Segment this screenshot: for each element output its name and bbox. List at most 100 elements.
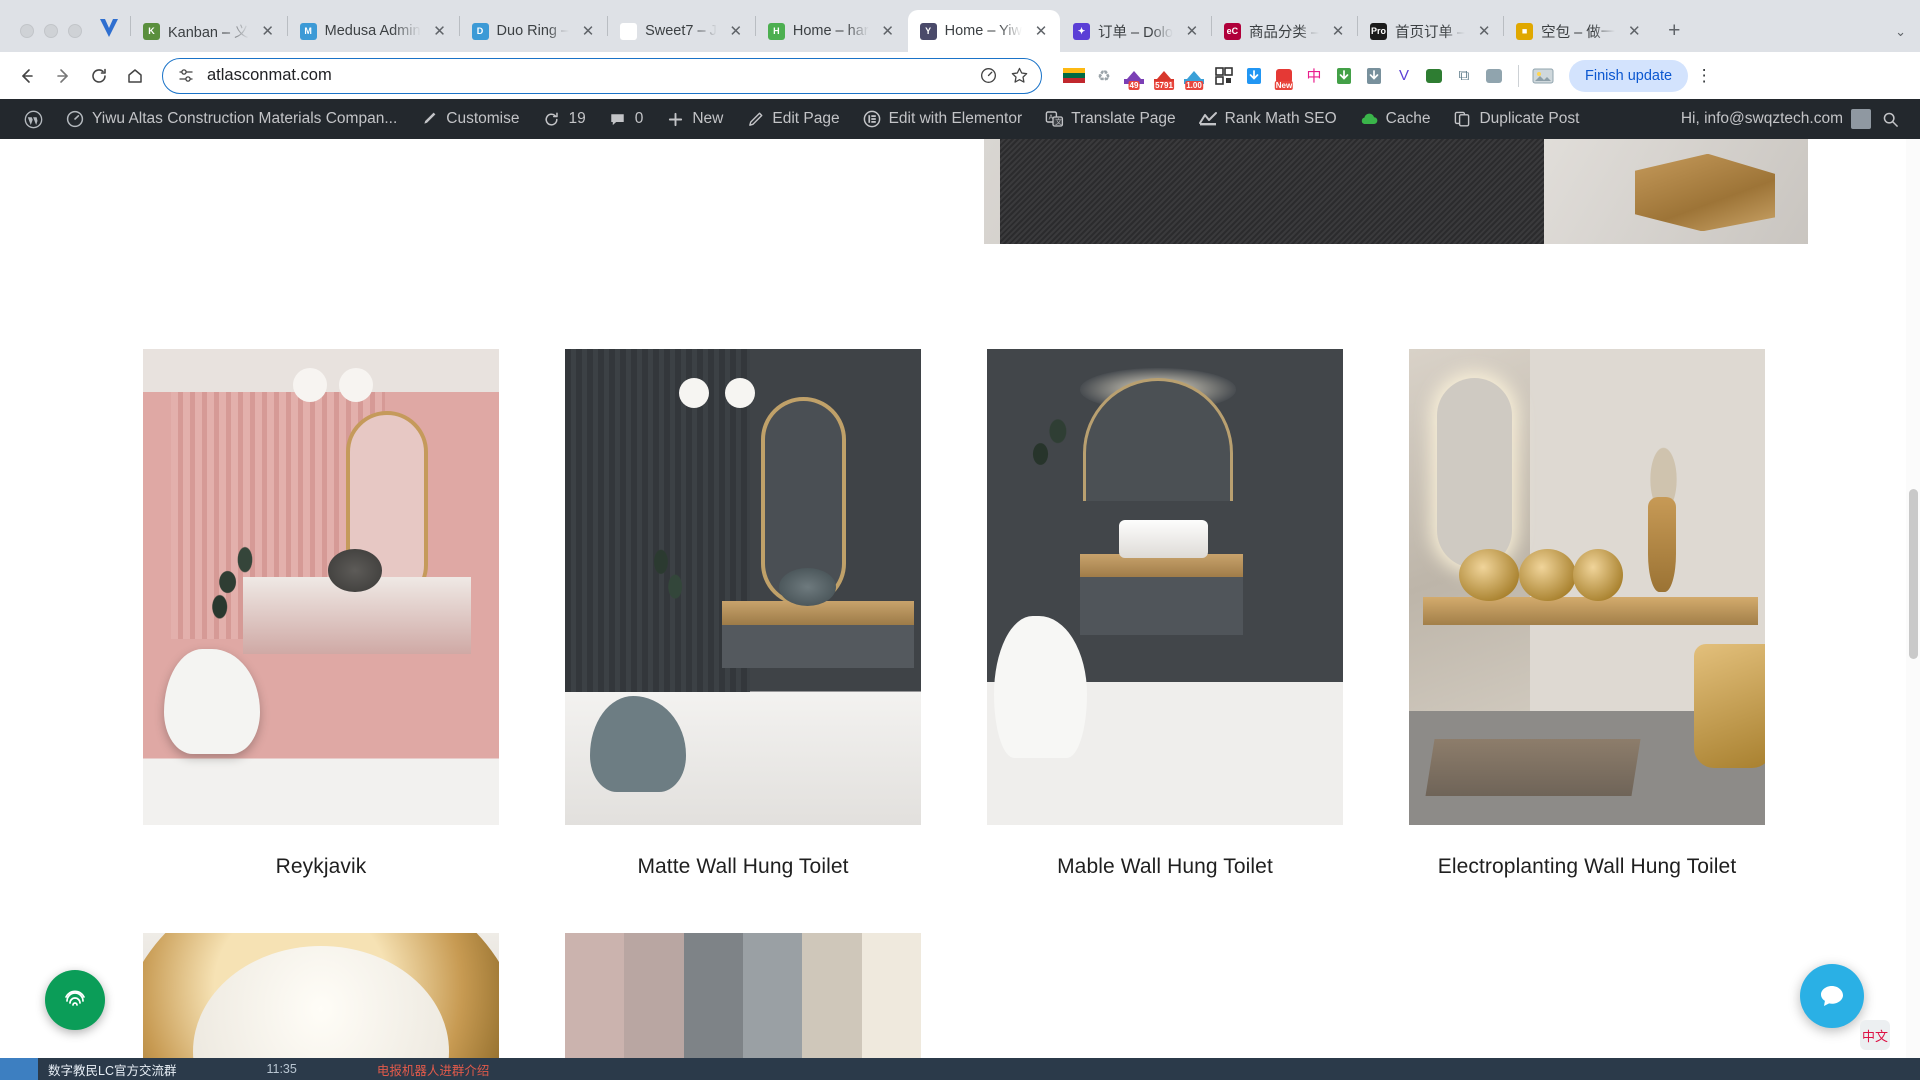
browser-tab[interactable]: M Medusa Admin ✕ [288,10,459,52]
wp-admin-item-plus[interactable]: New [654,99,734,139]
browser-tab[interactable]: ■ 空包 – 做一 ✕ [1504,10,1653,52]
browser-tab[interactable]: H Home – har ✕ [756,10,907,52]
wp-admin-item-dashboard[interactable]: Yiwu Altas Construction Materials Compan… [54,99,408,139]
product-card[interactable]: Electroplanting Wall Hung Toilet [1409,349,1765,879]
tab-close-icon[interactable]: ✕ [1181,20,1203,42]
purple-truck-extension[interactable]: 49 [1120,62,1148,90]
red-truck-extension[interactable]: 5791 [1150,62,1178,90]
wp-admin-item-comment[interactable]: 0 [597,99,655,139]
finish-update-button[interactable]: Finish update [1569,59,1689,92]
product-image[interactable] [565,349,921,825]
lithuania-flag-extension[interactable] [1060,62,1088,90]
tab-close-icon[interactable]: ✕ [257,20,279,42]
green-grid-extension[interactable] [1420,62,1448,90]
browser-tab[interactable]: eC 商品分类 – ✕ [1212,10,1357,52]
tab-title: 商品分类 – [1248,24,1320,41]
tab-close-icon[interactable]: ✕ [577,20,599,42]
site-settings-icon[interactable] [177,67,195,85]
home-button[interactable] [118,59,152,93]
address-bar[interactable]: atlasconmat.com [162,57,1042,94]
duplicate-icon [1452,109,1472,129]
window-traffic-lights[interactable] [10,24,96,52]
v-purple-extension[interactable]: V [1390,62,1418,90]
picture-extension[interactable] [1480,62,1508,90]
wp-admin-item-duplicate[interactable]: Duplicate Post [1441,99,1590,139]
tab-close-icon[interactable]: ✕ [877,20,899,42]
product-title[interactable]: Mable Wall Hung Toilet [987,855,1343,879]
tab-favicon-icon: Pro [1370,22,1388,40]
language-switch-button[interactable]: 中文 [1860,1020,1890,1050]
tab-favicon-icon: ■ [1516,22,1534,40]
wp-admin-item-label: New [692,110,724,127]
browser-tab[interactable]: S Sweet7 – J ✕ [608,10,755,52]
chinese-translate-extension[interactable]: 中 [1300,62,1328,90]
tab-close-icon[interactable]: ✕ [1030,20,1052,42]
tab-search-chevron-down-icon[interactable]: ⌄ [1895,24,1906,40]
wp-admin-item-elementor[interactable]: Edit with Elementor [851,99,1034,139]
search-icon[interactable] [1871,99,1910,139]
page-viewport: Reykjavik Matte Wall Hung Toilet Mable Wal… [0,139,1920,1080]
avatar[interactable] [1851,109,1871,129]
wp-admin-item-label: Customise [446,110,520,127]
cloud-icon [1359,109,1379,129]
product-title[interactable]: Reykjavik [143,855,499,879]
download-blue-extension[interactable] [1240,62,1268,90]
wp-admin-item-translate[interactable]: A 文 Translate Page [1033,99,1187,139]
product-title[interactable]: Matte Wall Hung Toilet [565,855,921,879]
wp-admin-right: Hi, info@swqztech.com [1681,99,1920,139]
page-scrollbar-thumb[interactable] [1909,489,1918,659]
tab-close-icon[interactable]: ✕ [725,20,747,42]
download-gray-extension[interactable] [1360,62,1388,90]
taskbar-group-name: 数字教民LC官方交流群 [48,1063,177,1078]
blue-truck-extension[interactable]: 1.00 [1180,62,1208,90]
product-image[interactable] [143,349,499,825]
window-minimize-button[interactable] [44,24,58,38]
product-title[interactable]: Electroplanting Wall Hung Toilet [1409,855,1765,879]
product-card[interactable]: Mable Wall Hung Toilet [987,349,1343,879]
speedometer-icon[interactable] [979,66,998,85]
tab-close-icon[interactable]: ✕ [1473,20,1495,42]
page-scrollbar-track[interactable] [1906,139,1920,1080]
chat-bubble-widget-button[interactable] [1800,964,1864,1028]
wp-admin-item-brush[interactable]: Customise [408,99,530,139]
puzzle-extension[interactable]: ⧉ [1450,62,1478,90]
wp-logo-item[interactable] [12,99,54,139]
product-card[interactable]: Reykjavik [143,349,499,879]
browser-window: K Kanban – 义 ✕ M Medusa Admin ✕ D Duo Ring – ✕ S S… [0,0,1920,1080]
picture-extension-icon[interactable] [1529,62,1557,90]
wp-admin-item-pencil[interactable]: Edit Page [734,99,850,139]
browser-tab[interactable]: Y Home – Yiw ✕ [907,10,1060,52]
wp-admin-item-cloud[interactable]: Cache [1348,99,1442,139]
window-maximize-button[interactable] [68,24,82,38]
bookmark-star-icon[interactable] [1010,66,1029,85]
download-green-extension[interactable] [1330,62,1358,90]
recycle-extension[interactable]: ♻ [1090,62,1118,90]
browser-tab[interactable]: ✦ 订单 – Dolo ✕ [1061,10,1211,52]
tab-favicon-icon: M [299,22,317,40]
tab-favicon-icon: eC [1223,22,1241,40]
extension-badge: 1.00 [1185,80,1203,90]
forward-button[interactable] [46,59,80,93]
new-tab-button[interactable]: + [1659,16,1689,46]
back-button[interactable] [10,59,44,93]
new-red-extension[interactable]: New [1270,62,1298,90]
browser-tab[interactable]: D Duo Ring – ✕ [460,10,608,52]
product-card[interactable]: Matte Wall Hung Toilet [565,349,921,879]
qr-code-extension[interactable] [1210,62,1238,90]
product-image[interactable] [1409,349,1765,825]
window-close-button[interactable] [20,24,34,38]
wp-admin-item-rankmath[interactable]: Rank Math SEO [1187,99,1348,139]
tab-close-icon[interactable]: ✕ [429,20,451,42]
tab-close-icon[interactable]: ✕ [1623,20,1645,42]
wp-greeting[interactable]: Hi, info@swqztech.com [1681,110,1843,128]
browser-tab[interactable]: Pro 首页订单 – ✕ [1358,10,1503,52]
reload-button[interactable] [82,59,116,93]
browser-menu-button[interactable]: ⋮ [1690,66,1718,86]
browser-tab[interactable]: K Kanban – 义 ✕ [131,10,287,52]
wp-admin-item-updates[interactable]: 19 [530,99,596,139]
tab-close-icon[interactable]: ✕ [1327,20,1349,42]
fingerprint-widget-button[interactable] [45,970,105,1030]
address-bar-url[interactable]: atlasconmat.com [207,66,967,85]
tab-title: Home – Yiw [944,23,1022,39]
product-image[interactable] [987,349,1343,825]
